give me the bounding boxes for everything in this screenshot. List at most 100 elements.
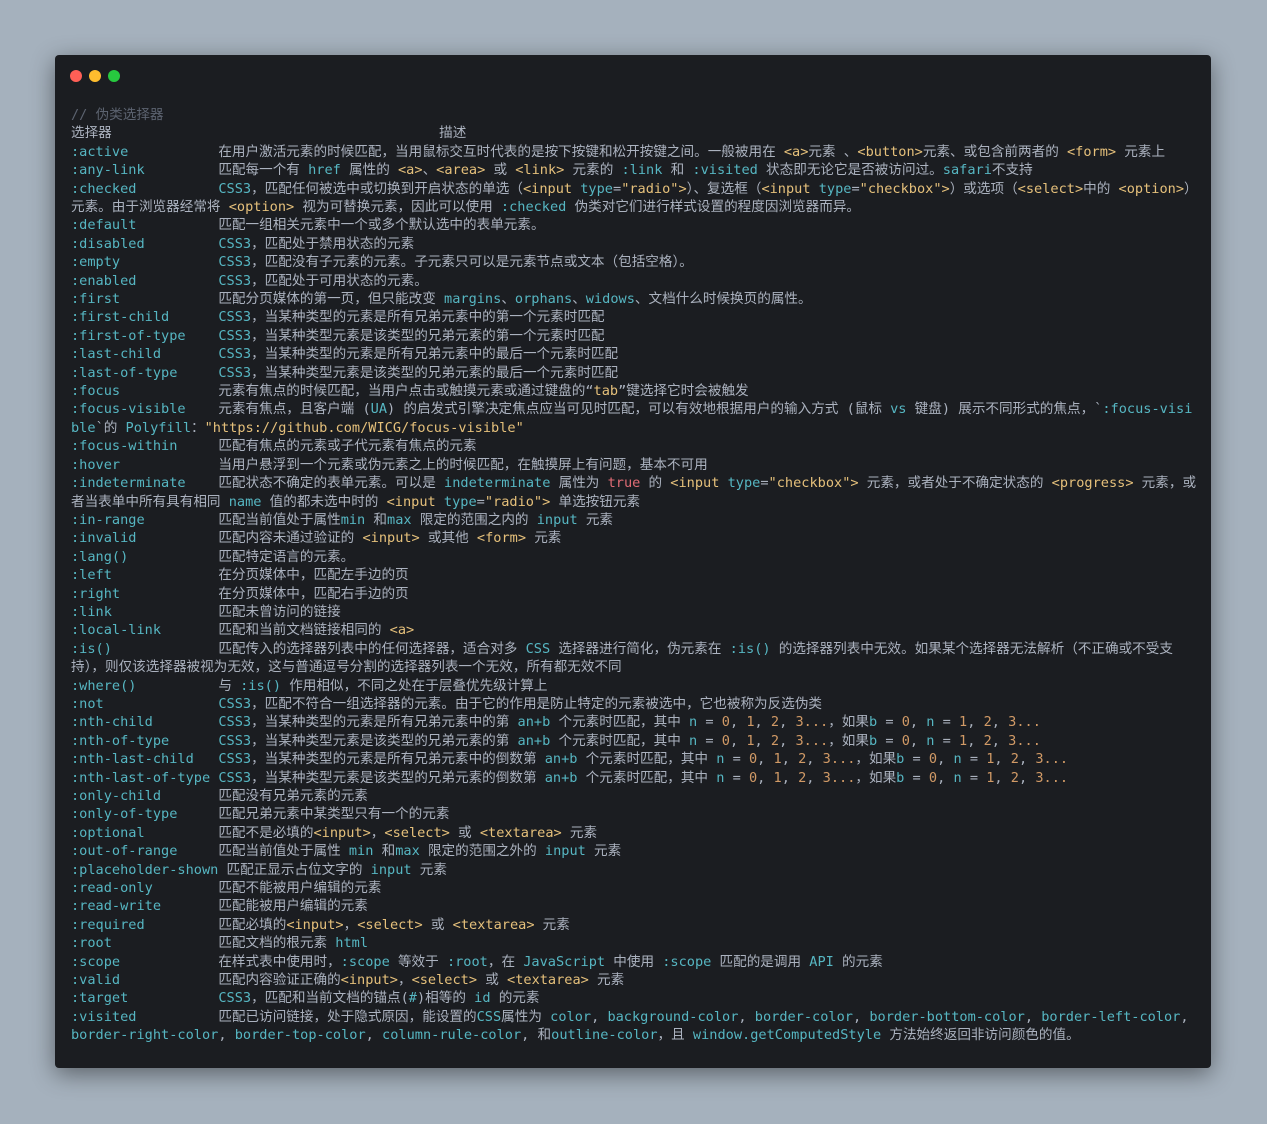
description-segment: type [443,493,477,510]
code-block: // 伪类选择器 选择器 描述 :active 在用户激活元素的时候匹配，当用鼠… [71,106,1197,1045]
table-row: :checked CSS3，匹配任何被选中或切换到开启状态的单选（<input … [71,180,1197,217]
table-row: :out-of-range 匹配当前值处于属性 min 和max 限定的范围之外… [71,842,1197,860]
description-segment: min [348,843,374,860]
selector-name: :last-of-type [71,364,178,381]
description-segment: 匹配文档的根元素 [218,935,336,952]
selector-name: :lang() [71,548,129,565]
description-segment: an+b [517,714,551,731]
description-segment: = [697,732,722,749]
description-segment: , [754,732,771,749]
description-segment: 属性为 [550,475,608,492]
description-segment: = [476,493,485,510]
description-segment: <form> [476,530,527,547]
description-segment: 3... [795,732,829,749]
description-segment: <input> [313,824,371,841]
description-segment: CSS3 [218,364,252,381]
description-segment: 限定的范围之内的 [411,511,537,528]
description-segment: href [308,162,341,179]
description-segment: n [953,751,962,768]
description-segment: , [1024,1008,1042,1025]
description-segment: 元素 [526,530,562,547]
description-segment: orphans [514,291,573,308]
minimize-dot-icon[interactable] [89,70,101,82]
table-row: :nth-child CSS3，当某种类型的元素是所有兄弟元素中的第 an+b … [71,713,1197,731]
description-segment: column-rule-color [382,1027,522,1044]
selector-name: :hover [71,456,121,473]
table-row: :last-child CSS3，当某种类型的元素是所有兄弟元素中的最后一个元素… [71,345,1197,363]
description-segment: background-color [607,1008,739,1025]
description-segment: <select> [1017,180,1084,197]
description-segment: safari [942,162,992,179]
description-segment: 元素上 [1116,143,1166,160]
description-segment: 匹配兄弟元素中某类型只有一个的元素 [218,806,450,823]
description-segment: <a> [389,622,415,639]
zoom-dot-icon[interactable] [108,70,120,82]
description-segment: 与 [218,677,241,694]
description-segment: , [806,769,823,786]
close-dot-icon[interactable] [70,70,82,82]
description-segment: ，如果 [828,714,869,731]
description-segment: <input [386,493,436,510]
description-segment: <a> [783,143,809,160]
table-row: :placeholder-shown 匹配正显示占位文字的 input 元素 [71,861,1197,879]
description-segment: b [868,714,878,731]
description-segment: CSS3 [218,235,252,252]
description-segment: <button> [857,143,923,160]
selector-name: :root [71,935,112,952]
description-segment: = [724,769,749,786]
description-segment: 匹配传入的选择器列表中的任何选择器，适合对多 [218,640,526,657]
description-segment: , [909,714,927,731]
description-segment: , [218,1027,235,1044]
description-segment: 或 [485,162,516,179]
description-segment: , [779,732,796,749]
description-segment: Polyfill [125,419,192,436]
description-segment: 匹配当前值处于属性 [218,843,349,860]
description-segment: , [909,732,927,749]
description-segment: 1 [959,714,968,731]
description-segment: 中使用 [605,953,663,970]
description-segment: ，当某种类型元素是该类型的兄弟元素的第 [251,732,518,749]
selector-name: :last-child [71,346,162,363]
description-segment: 匹配能被用户编辑的元素 [218,898,368,915]
description-segment [719,475,727,491]
description-segment: "checkbox"> [768,475,859,492]
description-segment: 个元素时匹配，其中 [577,751,717,768]
selector-name: :checked [71,180,137,197]
description-segment: ： [191,419,205,436]
description-segment: 元素 [585,843,622,860]
selector-name: :active [71,143,129,160]
description-segment: ，当某种类型元素是该类型的兄弟元素的倒数第 [251,769,545,786]
description-segment: CSS3 [218,272,252,289]
description-segment: 的元素 [833,953,883,970]
description-segment: html [335,935,369,952]
description-segment: ，在 [487,953,524,970]
description-segment: 元素有焦点，且客户端 ( [218,401,371,418]
description-segment: = [697,714,722,731]
description-segment: border-color [754,1008,853,1025]
table-row: :only-child 匹配没有兄弟元素的元素 [71,787,1197,805]
description-segment: ，匹配任何被选中或切换到开启状态的单选（ [251,180,523,197]
description-segment: , [781,769,799,786]
description-segment: "radio"> [484,493,551,510]
description-segment: , [991,732,1009,749]
description-segment: 匹配已访问链接，处于隐式原因，能设置的 [218,1008,477,1025]
description-segment: 0 [928,769,938,786]
description-segment: 在用户激活元素的时候匹配，当用鼠标交互时代表的是按下按键和松开按键之间。一般被用… [218,143,784,160]
description-segment: 、文档什么时候换页的属性。 [634,291,812,308]
description-segment: max [395,843,420,860]
description-segment: 2 [983,732,992,749]
description-segment: type [580,180,613,197]
selector-name: :first [71,291,121,308]
description-segment: ，匹配处于禁用状态的元素 [251,235,415,252]
description-segment: 元素 [534,916,570,933]
description-segment: 和 [365,511,388,528]
selector-name: :required [71,916,145,933]
description-segment: 元素、或包含前两者的 [922,143,1067,160]
description-segment: an+b [544,751,578,768]
description-segment: 属性的 [340,162,398,179]
description-segment: :root [446,953,488,970]
description-segment: 匹配和当前文档链接相同的 [218,622,390,639]
table-row: :where() 与 :is() 作用相似，不同之处在于层叠优先级计算上 [71,677,1197,695]
table-row: :lang() 匹配特定语言的元素。 [71,548,1197,566]
selector-name: :nth-last-child [71,751,194,768]
